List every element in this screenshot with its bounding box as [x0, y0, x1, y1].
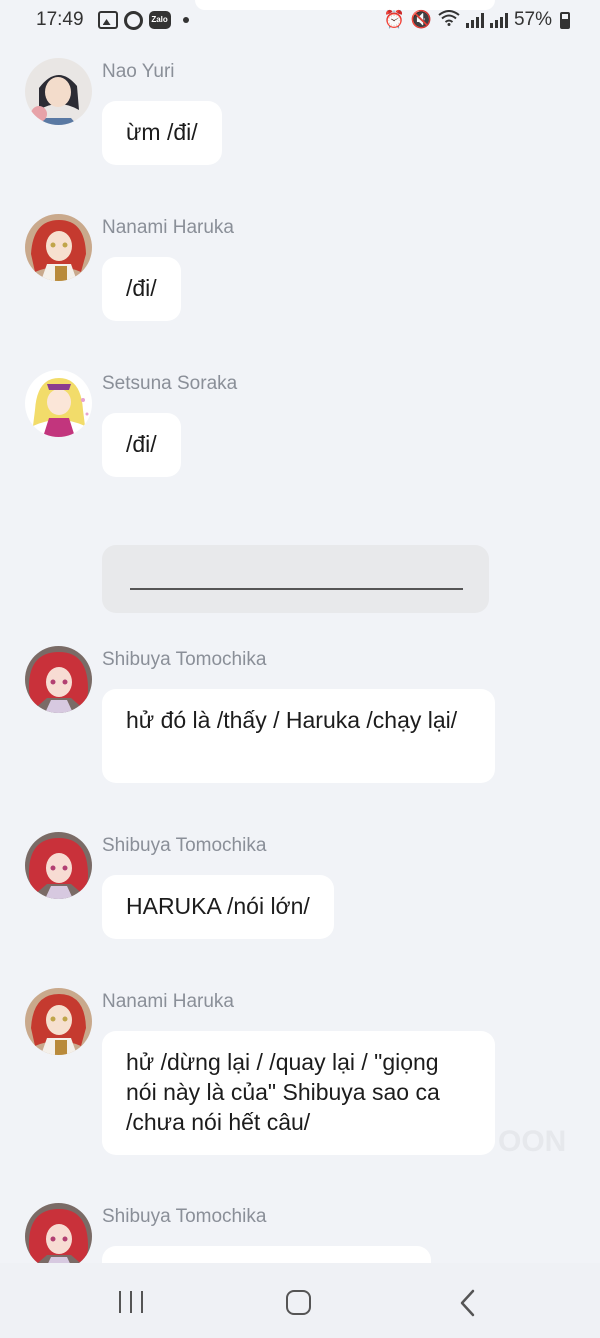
navigation-bar: [0, 1263, 600, 1338]
divider-line: [130, 588, 463, 590]
sender-name: Shibuya Tomochika: [102, 649, 267, 670]
sender-name: Shibuya Tomochika: [102, 835, 267, 856]
home-icon[interactable]: [286, 1290, 311, 1315]
avatar[interactable]: [25, 832, 92, 899]
signal-icon: [489, 12, 508, 28]
dot-icon: [182, 17, 189, 23]
sender-name: Nao Yuri: [102, 61, 175, 82]
battery-icon: [560, 11, 570, 29]
alarm-icon: ⏰: [383, 10, 405, 29]
wifi-icon: [438, 10, 460, 30]
avatar[interactable]: [25, 646, 92, 713]
sender-name: Nanami Haruka: [102, 217, 234, 238]
watermark: OON: [498, 1125, 567, 1158]
sender-name: Nanami Haruka: [102, 991, 234, 1012]
sender-name: Setsuna Soraka: [102, 373, 238, 394]
message-bubble[interactable]: ừm /đi/: [102, 101, 222, 165]
battery-percent: 57%: [513, 9, 552, 30]
message-bubble[interactable]: HARUKA /nói lớn/: [102, 875, 334, 939]
recent-apps-icon[interactable]: [119, 1291, 143, 1313]
circle-app-icon: [123, 10, 143, 30]
status-bar: 17:49 Zalo ⏰ 🔇 57%: [0, 0, 600, 40]
avatar[interactable]: [25, 1203, 92, 1270]
message-bubble[interactable]: hử đó là /thấy / Haruka /chạy lại/: [102, 689, 495, 783]
chat-screen: 17:49 Zalo ⏰ 🔇 57% Nao Yuri ừm /đi/ Nana…: [0, 0, 600, 1338]
mute-icon: 🔇: [410, 10, 432, 29]
message-bubble[interactable]: /đi/: [102, 257, 181, 321]
sender-name: Shibuya Tomochika: [102, 1206, 267, 1227]
back-icon[interactable]: [458, 1288, 478, 1318]
avatar[interactable]: [25, 214, 92, 281]
message-bubble[interactable]: hử /dừng lại / /quay lại / "giọng nói nà…: [102, 1031, 495, 1155]
message-bubble[interactable]: /đi/: [102, 413, 181, 477]
zalo-icon: Zalo: [148, 11, 171, 29]
image-icon: [97, 11, 118, 29]
avatar[interactable]: [25, 988, 92, 1055]
avatar[interactable]: [25, 370, 92, 437]
avatar[interactable]: [25, 58, 92, 125]
status-time: 17:49: [36, 9, 84, 30]
signal-icon: [465, 12, 484, 28]
divider-bubble[interactable]: [102, 545, 489, 613]
